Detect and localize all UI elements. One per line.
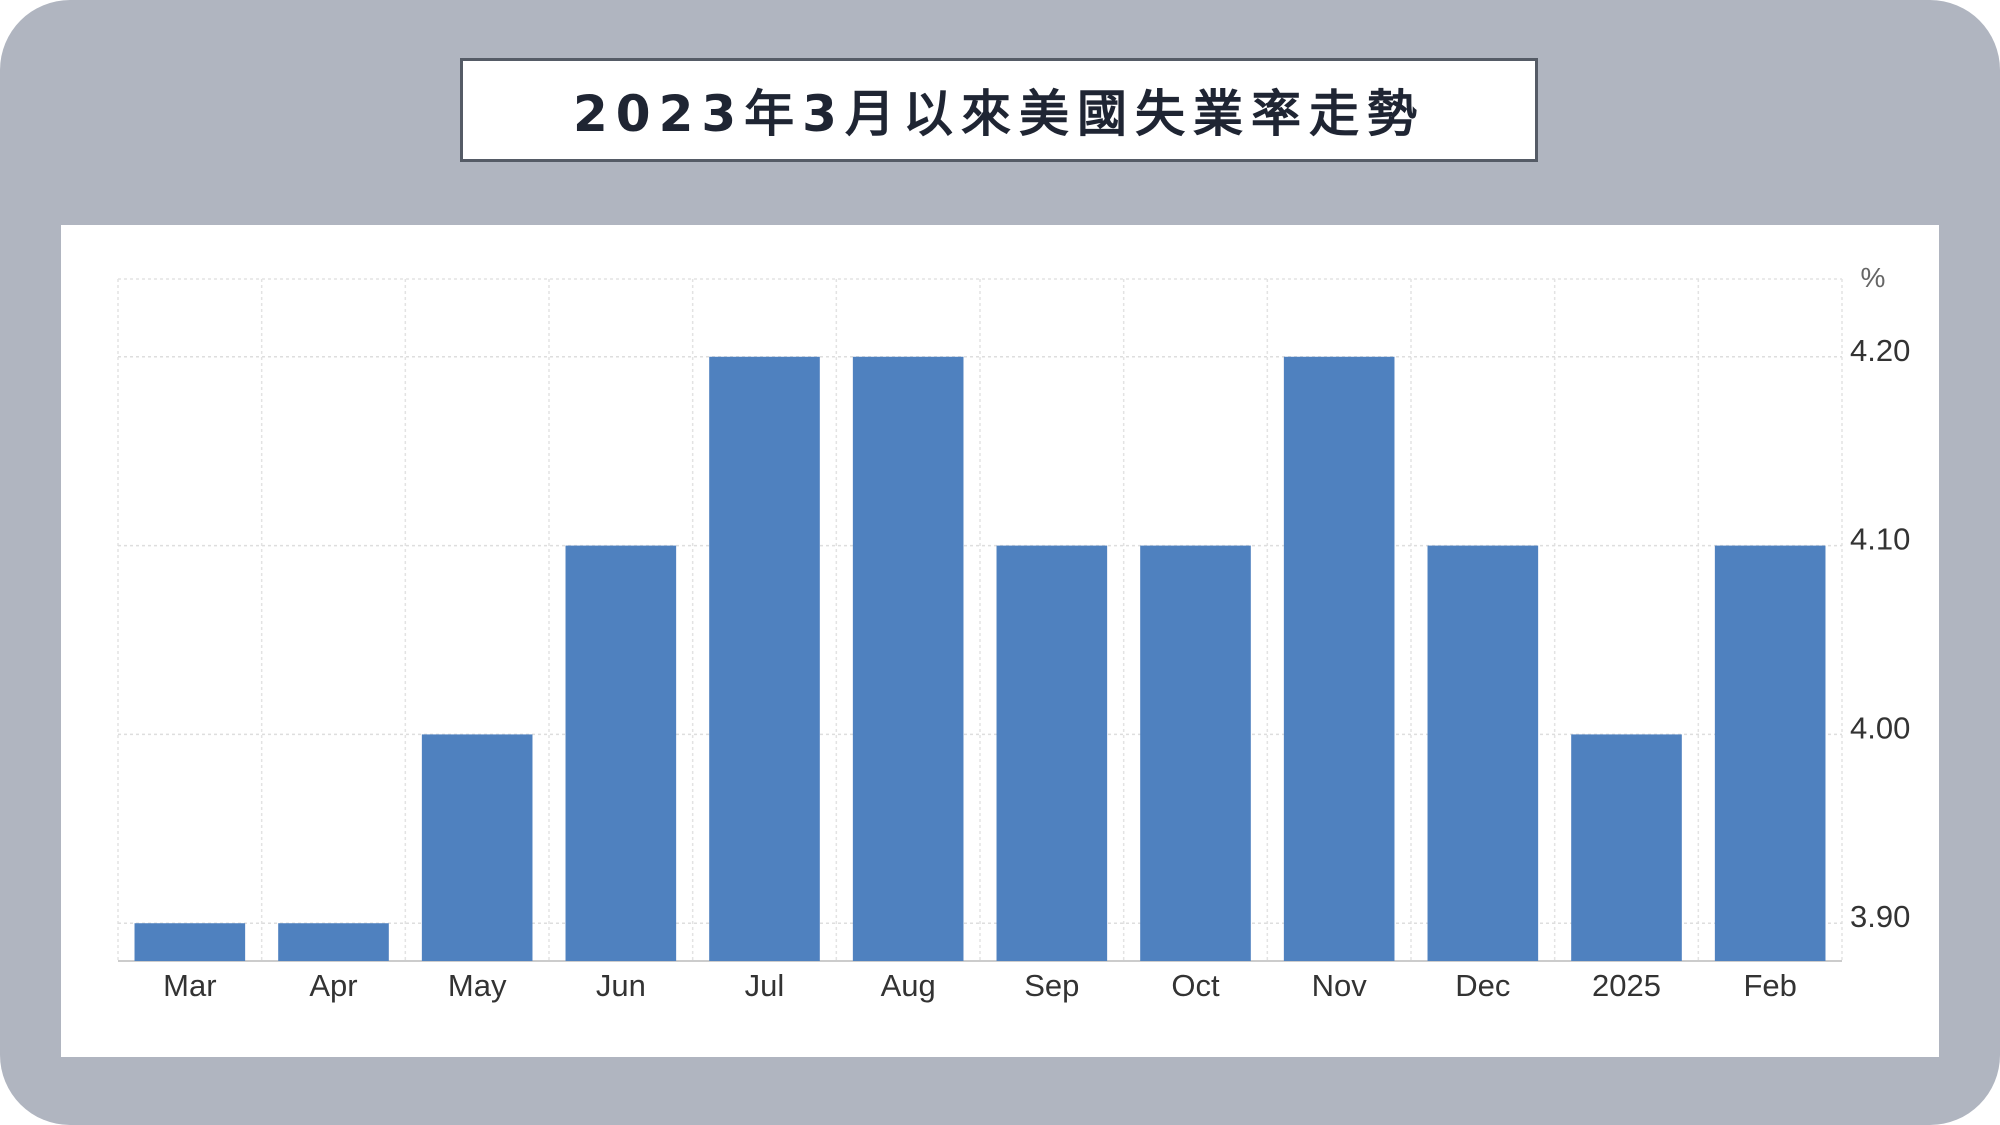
- bar-feb: [1714, 545, 1826, 961]
- x-tick-label: Apr: [309, 968, 357, 1003]
- x-tick-label: May: [448, 968, 507, 1003]
- x-tick-label: Nov: [1312, 968, 1368, 1003]
- bar-2025: [1571, 734, 1682, 961]
- x-axis-labels: Mar Apr May Jun Jul Aug Sep Oct Nov Dec 2025 Feb: [163, 968, 1797, 1003]
- bar-oct: [1140, 545, 1251, 961]
- y-tick-label: 4.10: [1850, 522, 1910, 557]
- y-axis-labels: 3.90 4.00 4.10 4.20: [1850, 333, 1910, 934]
- x-tick-label: Mar: [163, 968, 216, 1003]
- bar-chart: Mar Apr May Jun Jul Aug Sep Oct Nov Dec 2025 Feb 3.…: [117, 262, 1910, 1003]
- x-tick-label: Oct: [1171, 968, 1220, 1003]
- bar-dec: [1427, 545, 1539, 961]
- bar-may: [421, 734, 533, 961]
- bar-apr: [278, 923, 389, 961]
- x-tick-label: Sep: [1024, 968, 1079, 1003]
- x-tick-label: Jul: [745, 968, 785, 1003]
- chart-panel: Mar Apr May Jun Jul Aug Sep Oct Nov Dec 2025 Feb 3.…: [61, 225, 1939, 1057]
- chart-title: 2023年3月以來美國失業率走勢: [573, 85, 1425, 143]
- y-tick-label: 4.20: [1850, 333, 1910, 368]
- bar-sep: [996, 545, 1108, 961]
- y-tick-label: 3.90: [1850, 899, 1910, 934]
- x-tick-label: Dec: [1455, 968, 1510, 1003]
- bar-jul: [709, 356, 820, 961]
- bar-aug: [852, 356, 964, 961]
- x-tick-label: 2025: [1592, 968, 1661, 1003]
- bar-mar: [134, 923, 246, 961]
- bar-nov: [1283, 356, 1395, 961]
- x-tick-label: Feb: [1743, 968, 1796, 1003]
- x-tick-label: Aug: [881, 968, 936, 1003]
- x-tick-label: Jun: [596, 968, 646, 1003]
- y-tick-label: 4.00: [1850, 710, 1910, 745]
- bar-jun: [565, 545, 677, 961]
- title-box: 2023年3月以來美國失業率走勢: [460, 58, 1538, 162]
- background-frame: 2023年3月以來美國失業率走勢 Mar Apr May Jun Jul Aug Sep Oc…: [0, 0, 2000, 1125]
- y-axis-unit: %: [1861, 262, 1886, 293]
